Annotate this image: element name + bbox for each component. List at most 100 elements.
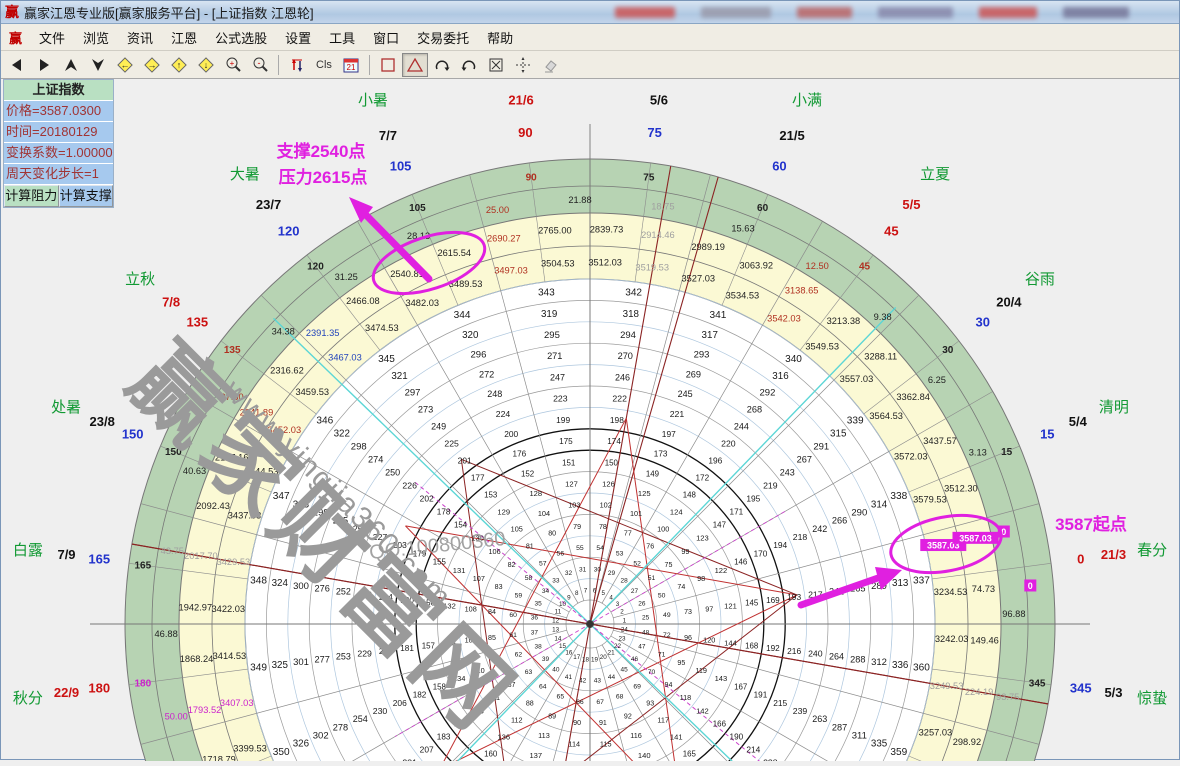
term-degree: 15 <box>1040 427 1054 442</box>
wheel-number: 78 <box>599 523 607 531</box>
wheel-number: 50 <box>658 592 666 599</box>
term-date: 22/9 <box>54 685 79 700</box>
menu-item-9[interactable]: 帮助 <box>478 25 522 50</box>
titlebar-blurred-region <box>615 4 1175 20</box>
menu-item-7[interactable]: 窗口 <box>364 25 408 50</box>
term-name: 小暑 <box>358 92 388 109</box>
term-date: 5/4 <box>1069 414 1088 429</box>
wheel-number: 64 <box>539 683 547 690</box>
wheel-number: 240 <box>808 649 823 659</box>
wheel-number: 206 <box>393 698 407 708</box>
wheel-number: 319 <box>541 309 557 320</box>
term-degree: 30 <box>975 315 989 330</box>
shift-updown-icon[interactable] <box>284 53 310 77</box>
wheel-number: 298 <box>351 442 367 453</box>
rotate-ccw-icon[interactable] <box>456 53 482 77</box>
calendar-icon[interactable]: 21 <box>338 53 364 77</box>
term-name: 处暑 <box>51 399 81 416</box>
menu-item-3[interactable]: 江恩 <box>162 25 206 50</box>
triangle-tool-icon[interactable] <box>402 53 428 77</box>
fine-degree-value: 50.00 <box>165 711 188 721</box>
wheel-number: 61 <box>509 632 517 639</box>
inner-price-value: 3534.53 <box>726 291 760 301</box>
gann-wheel-svg: 1234567891011121314151617181920212223242… <box>1 76 1180 761</box>
box-x-icon[interactable] <box>483 53 509 77</box>
wheel-number: 147 <box>713 521 726 530</box>
toolbar-separator <box>278 55 279 75</box>
wheel-number: 89 <box>548 712 556 720</box>
pan-up-icon[interactable]: ↑ <box>166 53 192 77</box>
wheel-number: 253 <box>336 651 351 661</box>
svg-text:→: → <box>148 60 157 70</box>
eraser-icon[interactable] <box>537 53 563 77</box>
wheel-number: 13 <box>552 627 560 634</box>
menu-item-6[interactable]: 工具 <box>320 25 364 50</box>
wheel-number: 250 <box>385 468 400 478</box>
wheel-number: 38 <box>535 643 543 650</box>
wheel-number: 216 <box>787 646 801 656</box>
calc-support-button[interactable]: 计算支撑 <box>59 185 114 207</box>
term-degree: 120 <box>278 223 300 238</box>
move-cross-icon[interactable] <box>510 53 536 77</box>
wheel-number: 82 <box>508 561 516 569</box>
page-up-icon[interactable] <box>58 53 84 77</box>
support-annotation: 支撑2540点 <box>277 141 366 161</box>
wheel-number: 76 <box>646 543 654 551</box>
term-degree: 135 <box>186 315 208 330</box>
term-date: 5/3 <box>1104 685 1122 700</box>
wheel-number: 127 <box>565 480 578 489</box>
wheel-number: 26 <box>638 601 646 608</box>
menu-item-0[interactable]: 文件 <box>30 25 74 50</box>
gann-wheel-canvas[interactable]: 1234567891011121314151617181920212223242… <box>1 76 1180 761</box>
pan-down-icon[interactable]: ↓ <box>193 53 219 77</box>
fine-degree-value: 18.75 <box>651 201 674 211</box>
wheel-number: 313 <box>892 578 909 589</box>
wheel-number: 316 <box>772 371 789 382</box>
outer-price-value: 2690.27 <box>487 234 521 244</box>
pan-right-icon[interactable]: → <box>139 53 165 77</box>
menu-item-1[interactable]: 浏览 <box>74 25 118 50</box>
wheel-number: 99 <box>681 547 689 556</box>
term-degree: 105 <box>390 159 412 174</box>
zoom-out-icon[interactable]: - <box>247 53 273 77</box>
wheel-number: 33 <box>552 577 560 584</box>
wheel-number: 20 <box>600 654 608 661</box>
inner-price-value: 3564.53 <box>869 411 903 421</box>
page-down-icon[interactable] <box>85 53 111 77</box>
inner-price-value: 3249.53 <box>930 681 964 691</box>
rotate-cw-icon[interactable] <box>429 53 455 77</box>
forward-icon[interactable] <box>31 53 57 77</box>
wheel-number: 115 <box>600 739 612 748</box>
outer-price-value: 2466.08 <box>346 296 380 306</box>
menu-item-2[interactable]: 资讯 <box>118 25 162 50</box>
wheel-number: 149 <box>646 469 660 478</box>
wheel-number: 168 <box>745 641 759 650</box>
calc-resistance-button[interactable]: 计算阻力 <box>4 185 59 207</box>
menu-item-5[interactable]: 设置 <box>276 25 320 50</box>
wheel-number: 45 <box>621 667 629 674</box>
term-name: 白露 <box>13 542 43 559</box>
wheel-number: 231 <box>402 757 417 761</box>
wheel-number: 120 <box>703 636 715 645</box>
wheel-number: 290 <box>851 507 867 518</box>
outer-price-value: 298.92 <box>953 737 981 747</box>
wheel-number: 195 <box>746 494 760 504</box>
wheel-number: 325 <box>272 660 289 671</box>
zoom-in-icon[interactable]: + <box>220 53 246 77</box>
cls-button[interactable]: Cls <box>311 53 337 77</box>
pan-left-icon[interactable]: ← <box>112 53 138 77</box>
outer-price-value: 2765.00 <box>538 226 572 236</box>
menu-logo-icon: 赢 <box>9 28 22 47</box>
menu-bar: 赢 文件浏览资讯江恩公式选股设置工具窗口交易委托帮助 <box>1 24 1179 51</box>
fine-degree-value: 21.88 <box>568 195 591 205</box>
fine-degree-value: 43.75 <box>161 546 184 556</box>
square-tool-icon[interactable] <box>375 53 401 77</box>
wheel-number: 266 <box>832 516 847 526</box>
wheel-number: 23 <box>619 635 627 642</box>
wheel-number: 199 <box>556 415 570 425</box>
menu-item-8[interactable]: 交易委托 <box>408 25 478 50</box>
coarse-degree-value: 120 <box>307 262 324 273</box>
wheel-number: 172 <box>695 474 709 483</box>
menu-item-4[interactable]: 公式选股 <box>206 25 276 50</box>
back-icon[interactable] <box>4 53 30 77</box>
